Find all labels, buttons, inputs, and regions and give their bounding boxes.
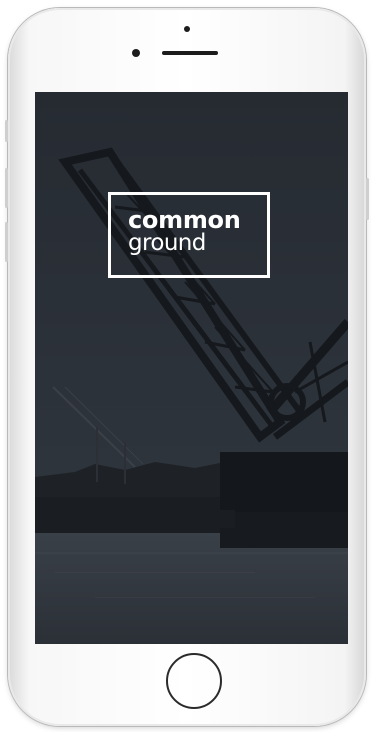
bridge-background-image bbox=[35, 92, 348, 644]
proximity-sensor-icon bbox=[132, 49, 140, 57]
mute-switch bbox=[5, 120, 8, 142]
splash-screen: common ground bbox=[35, 92, 348, 644]
home-button[interactable] bbox=[166, 653, 222, 709]
volume-up-button bbox=[5, 168, 8, 208]
front-camera-icon bbox=[184, 26, 190, 32]
earpiece-speaker bbox=[162, 51, 218, 55]
app-logo: common ground bbox=[108, 192, 270, 278]
logo-text-common: common bbox=[128, 206, 241, 234]
power-button bbox=[366, 178, 369, 220]
volume-down-button bbox=[5, 222, 8, 262]
logo-text-ground: ground bbox=[128, 230, 206, 256]
